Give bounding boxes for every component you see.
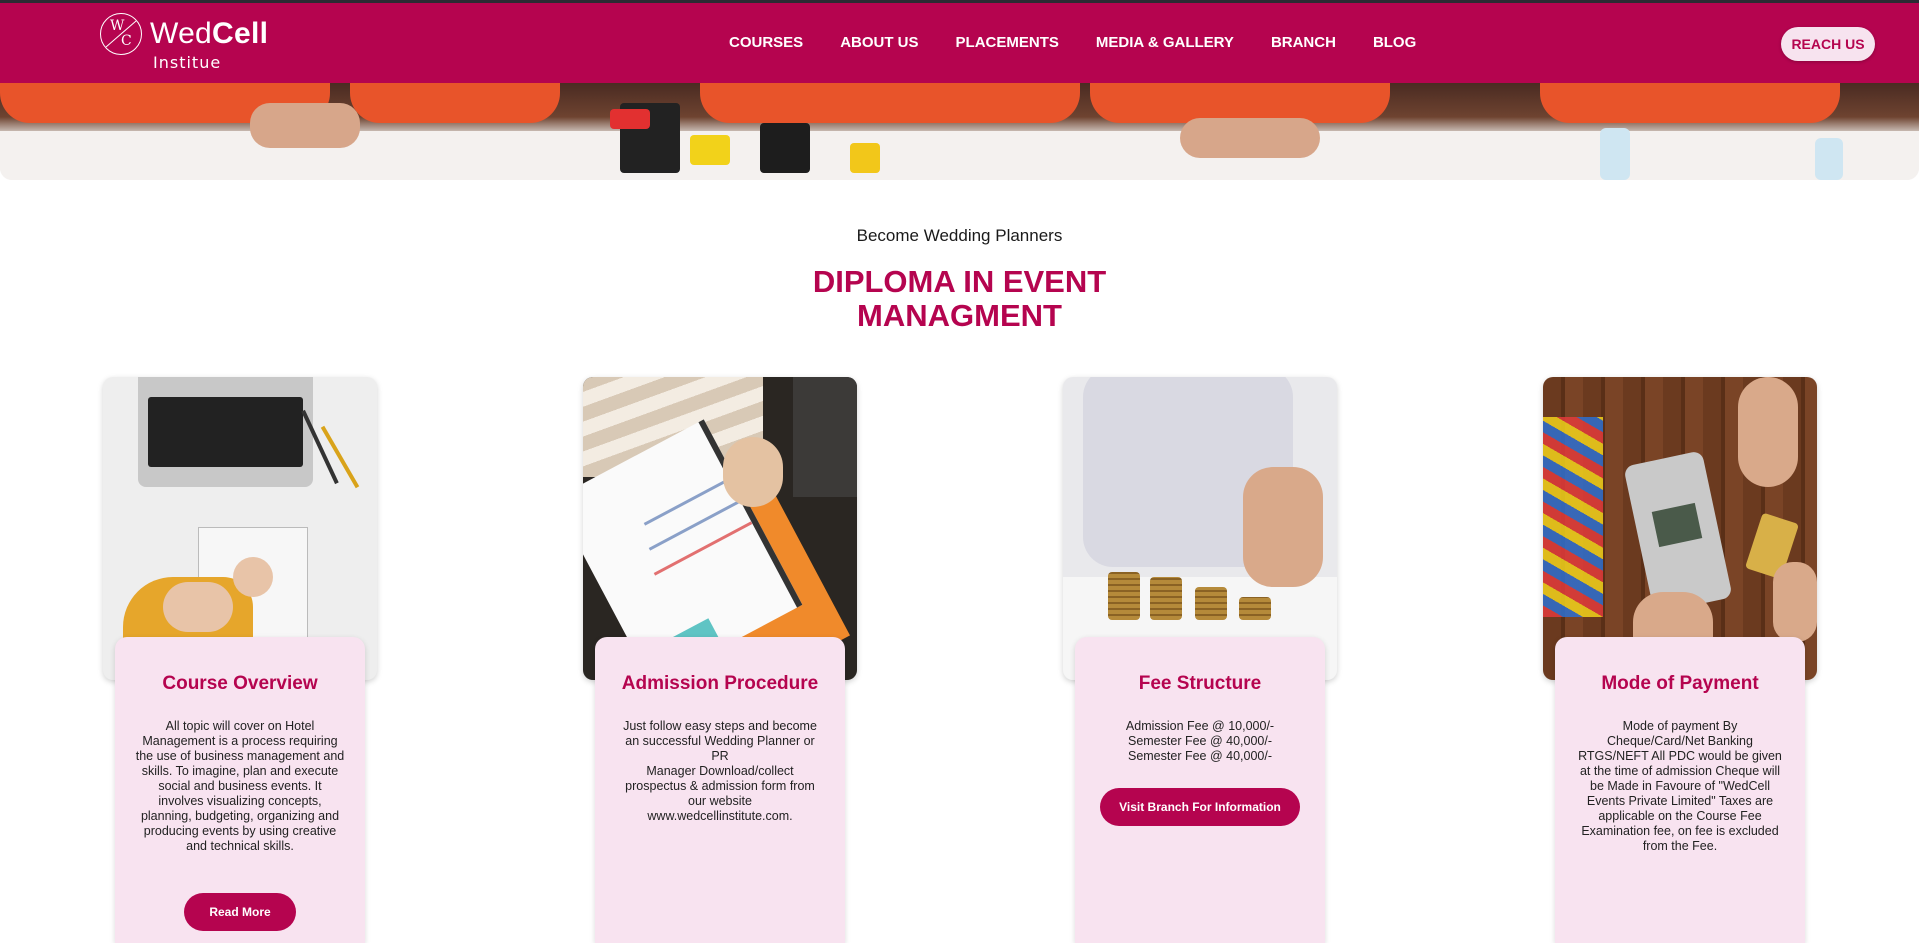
brand-subtitle: Institue — [153, 53, 222, 72]
card-title: Mode of Payment — [1601, 673, 1759, 694]
card-title: Course Overview — [162, 673, 318, 694]
nav-branch[interactable]: BRANCH — [1271, 34, 1336, 51]
brand-name: WedCell — [150, 17, 269, 50]
read-more-button[interactable]: Read More — [184, 893, 296, 931]
nav-blog[interactable]: BLOG — [1373, 34, 1416, 51]
nav-about-us[interactable]: ABOUT US — [840, 34, 918, 51]
card-text: All topic will cover on Hotel Management… — [135, 719, 345, 853]
card-text: Admission Fee @ 10,000/- Semester Fee @ … — [1125, 719, 1275, 763]
hero-banner-photo — [0, 83, 1919, 180]
card-title: Fee Structure — [1138, 673, 1262, 694]
site-header: W C WedCell Institue COURSES ABOUT US PL… — [0, 3, 1919, 83]
reach-us-button[interactable]: REACH US — [1781, 27, 1875, 61]
brand-logo[interactable]: W C WedCell Institue — [100, 13, 290, 73]
nav-placements[interactable]: PLACEMENTS — [956, 34, 1059, 51]
card-course-overview: Course Overview All topic will cover on … — [115, 637, 365, 943]
card-text: Just follow easy steps and become an suc… — [623, 719, 817, 823]
section-title: DIPLOMA IN EVENT MANAGMENT — [812, 264, 1107, 333]
card-image-coins — [1063, 377, 1337, 680]
card-image-payment — [1543, 377, 1817, 680]
main-nav: COURSES ABOUT US PLACEMENTS MEDIA & GALL… — [729, 34, 1453, 51]
nav-media-gallery[interactable]: MEDIA & GALLERY — [1096, 34, 1234, 51]
card-mode-of-payment: Mode of Payment Mode of payment By Chequ… — [1555, 637, 1805, 943]
card-admission-procedure: Admission Procedure Just follow easy ste… — [595, 637, 845, 943]
card-image-laptop — [103, 377, 377, 680]
section-kicker: Become Wedding Planners — [856, 226, 1063, 245]
card-text: Mode of payment By Cheque/Card/Net Banki… — [1578, 719, 1782, 853]
card-fee-structure: Fee Structure Admission Fee @ 10,000/- S… — [1075, 637, 1325, 943]
card-title: Admission Procedure — [621, 673, 819, 694]
nav-courses[interactable]: COURSES — [729, 34, 803, 51]
card-image-notebook — [583, 377, 857, 680]
logo-mark-icon: W C — [100, 13, 142, 55]
visit-branch-button[interactable]: Visit Branch For Information — [1100, 788, 1300, 826]
